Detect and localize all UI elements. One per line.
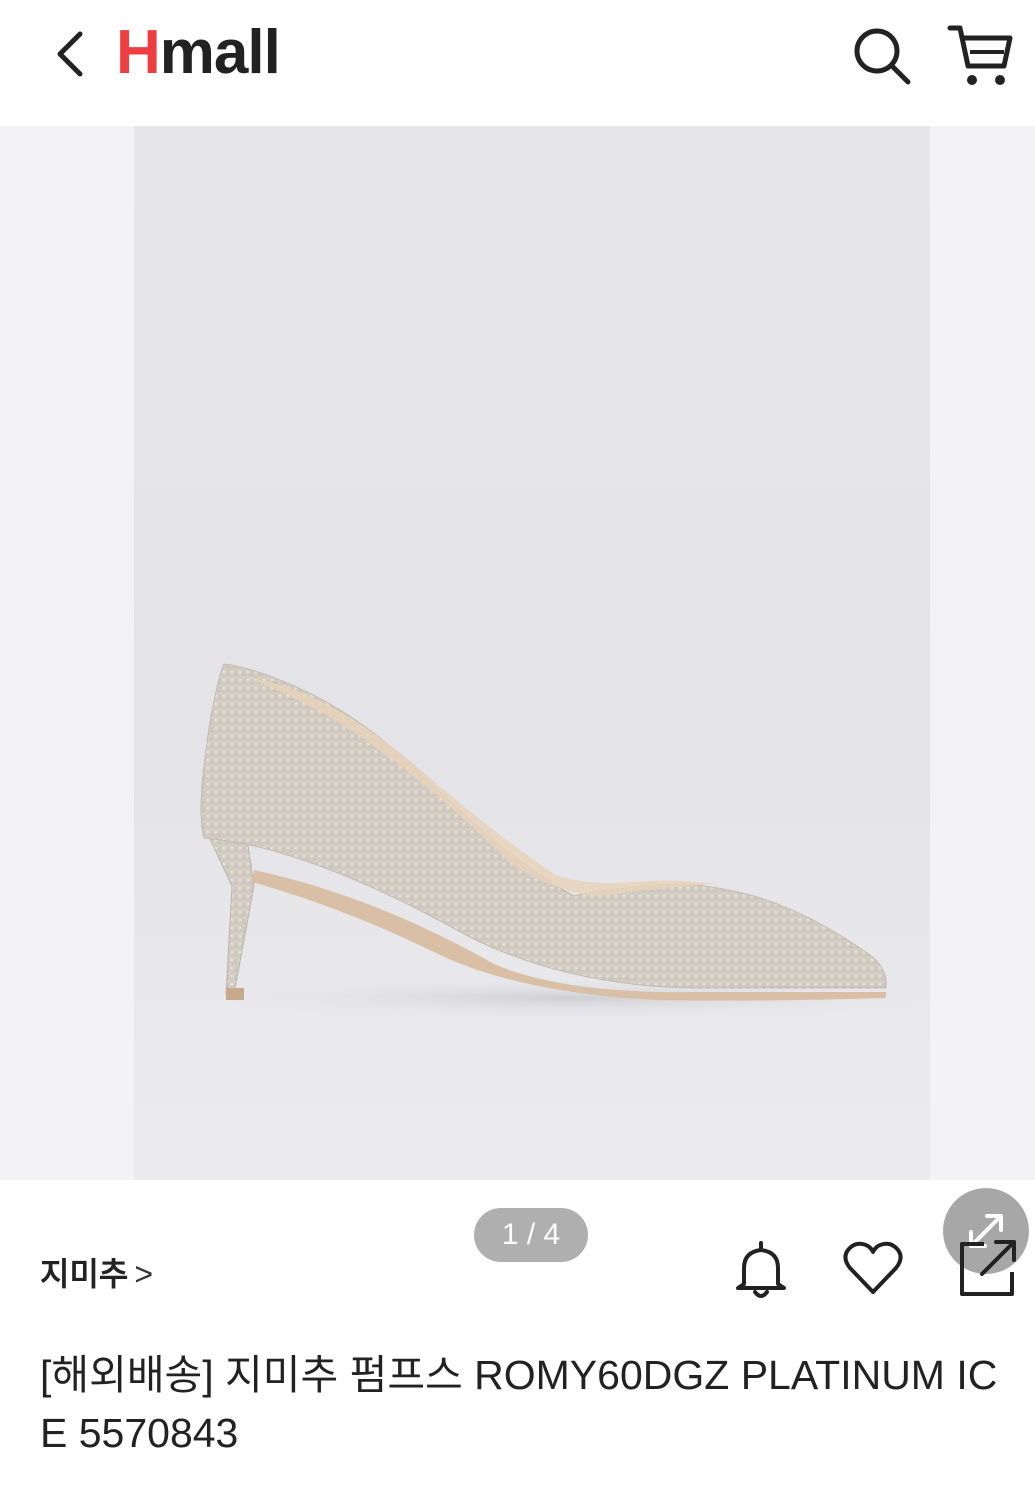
image-counter: 1 / 4 (474, 1208, 588, 1262)
cart-icon (947, 25, 1013, 85)
share-button[interactable] (954, 1234, 1022, 1302)
pump-shoe-illustration (200, 663, 930, 1018)
cart-button[interactable] (946, 20, 1016, 90)
wishlist-button[interactable] (840, 1236, 906, 1302)
chevron-left-icon (57, 31, 83, 77)
back-button[interactable] (40, 22, 100, 86)
product-gallery[interactable]: 1 / 4 (0, 126, 1035, 1274)
logo-h: H (116, 18, 161, 87)
brand-label: 지미추 (40, 1256, 129, 1292)
logo-rest: mall (159, 18, 281, 87)
share-icon (960, 1240, 1016, 1296)
product-title: [해외배송] 지미추 펌프스 ROMY60DGZ PLATINUM ICE 55… (40, 1352, 998, 1456)
search-button[interactable] (850, 24, 914, 88)
chevron-right-icon: > (134, 1256, 154, 1292)
product-image[interactable] (134, 126, 930, 1180)
search-icon (854, 28, 911, 85)
bell-icon (736, 1241, 786, 1298)
brand-link[interactable]: 지미추 > (40, 1250, 153, 1298)
alarm-button[interactable] (728, 1238, 794, 1304)
hmall-logo[interactable]: Hmall (116, 18, 281, 88)
heart-icon (843, 1241, 903, 1294)
top-header: Hmall (0, 0, 1035, 126)
